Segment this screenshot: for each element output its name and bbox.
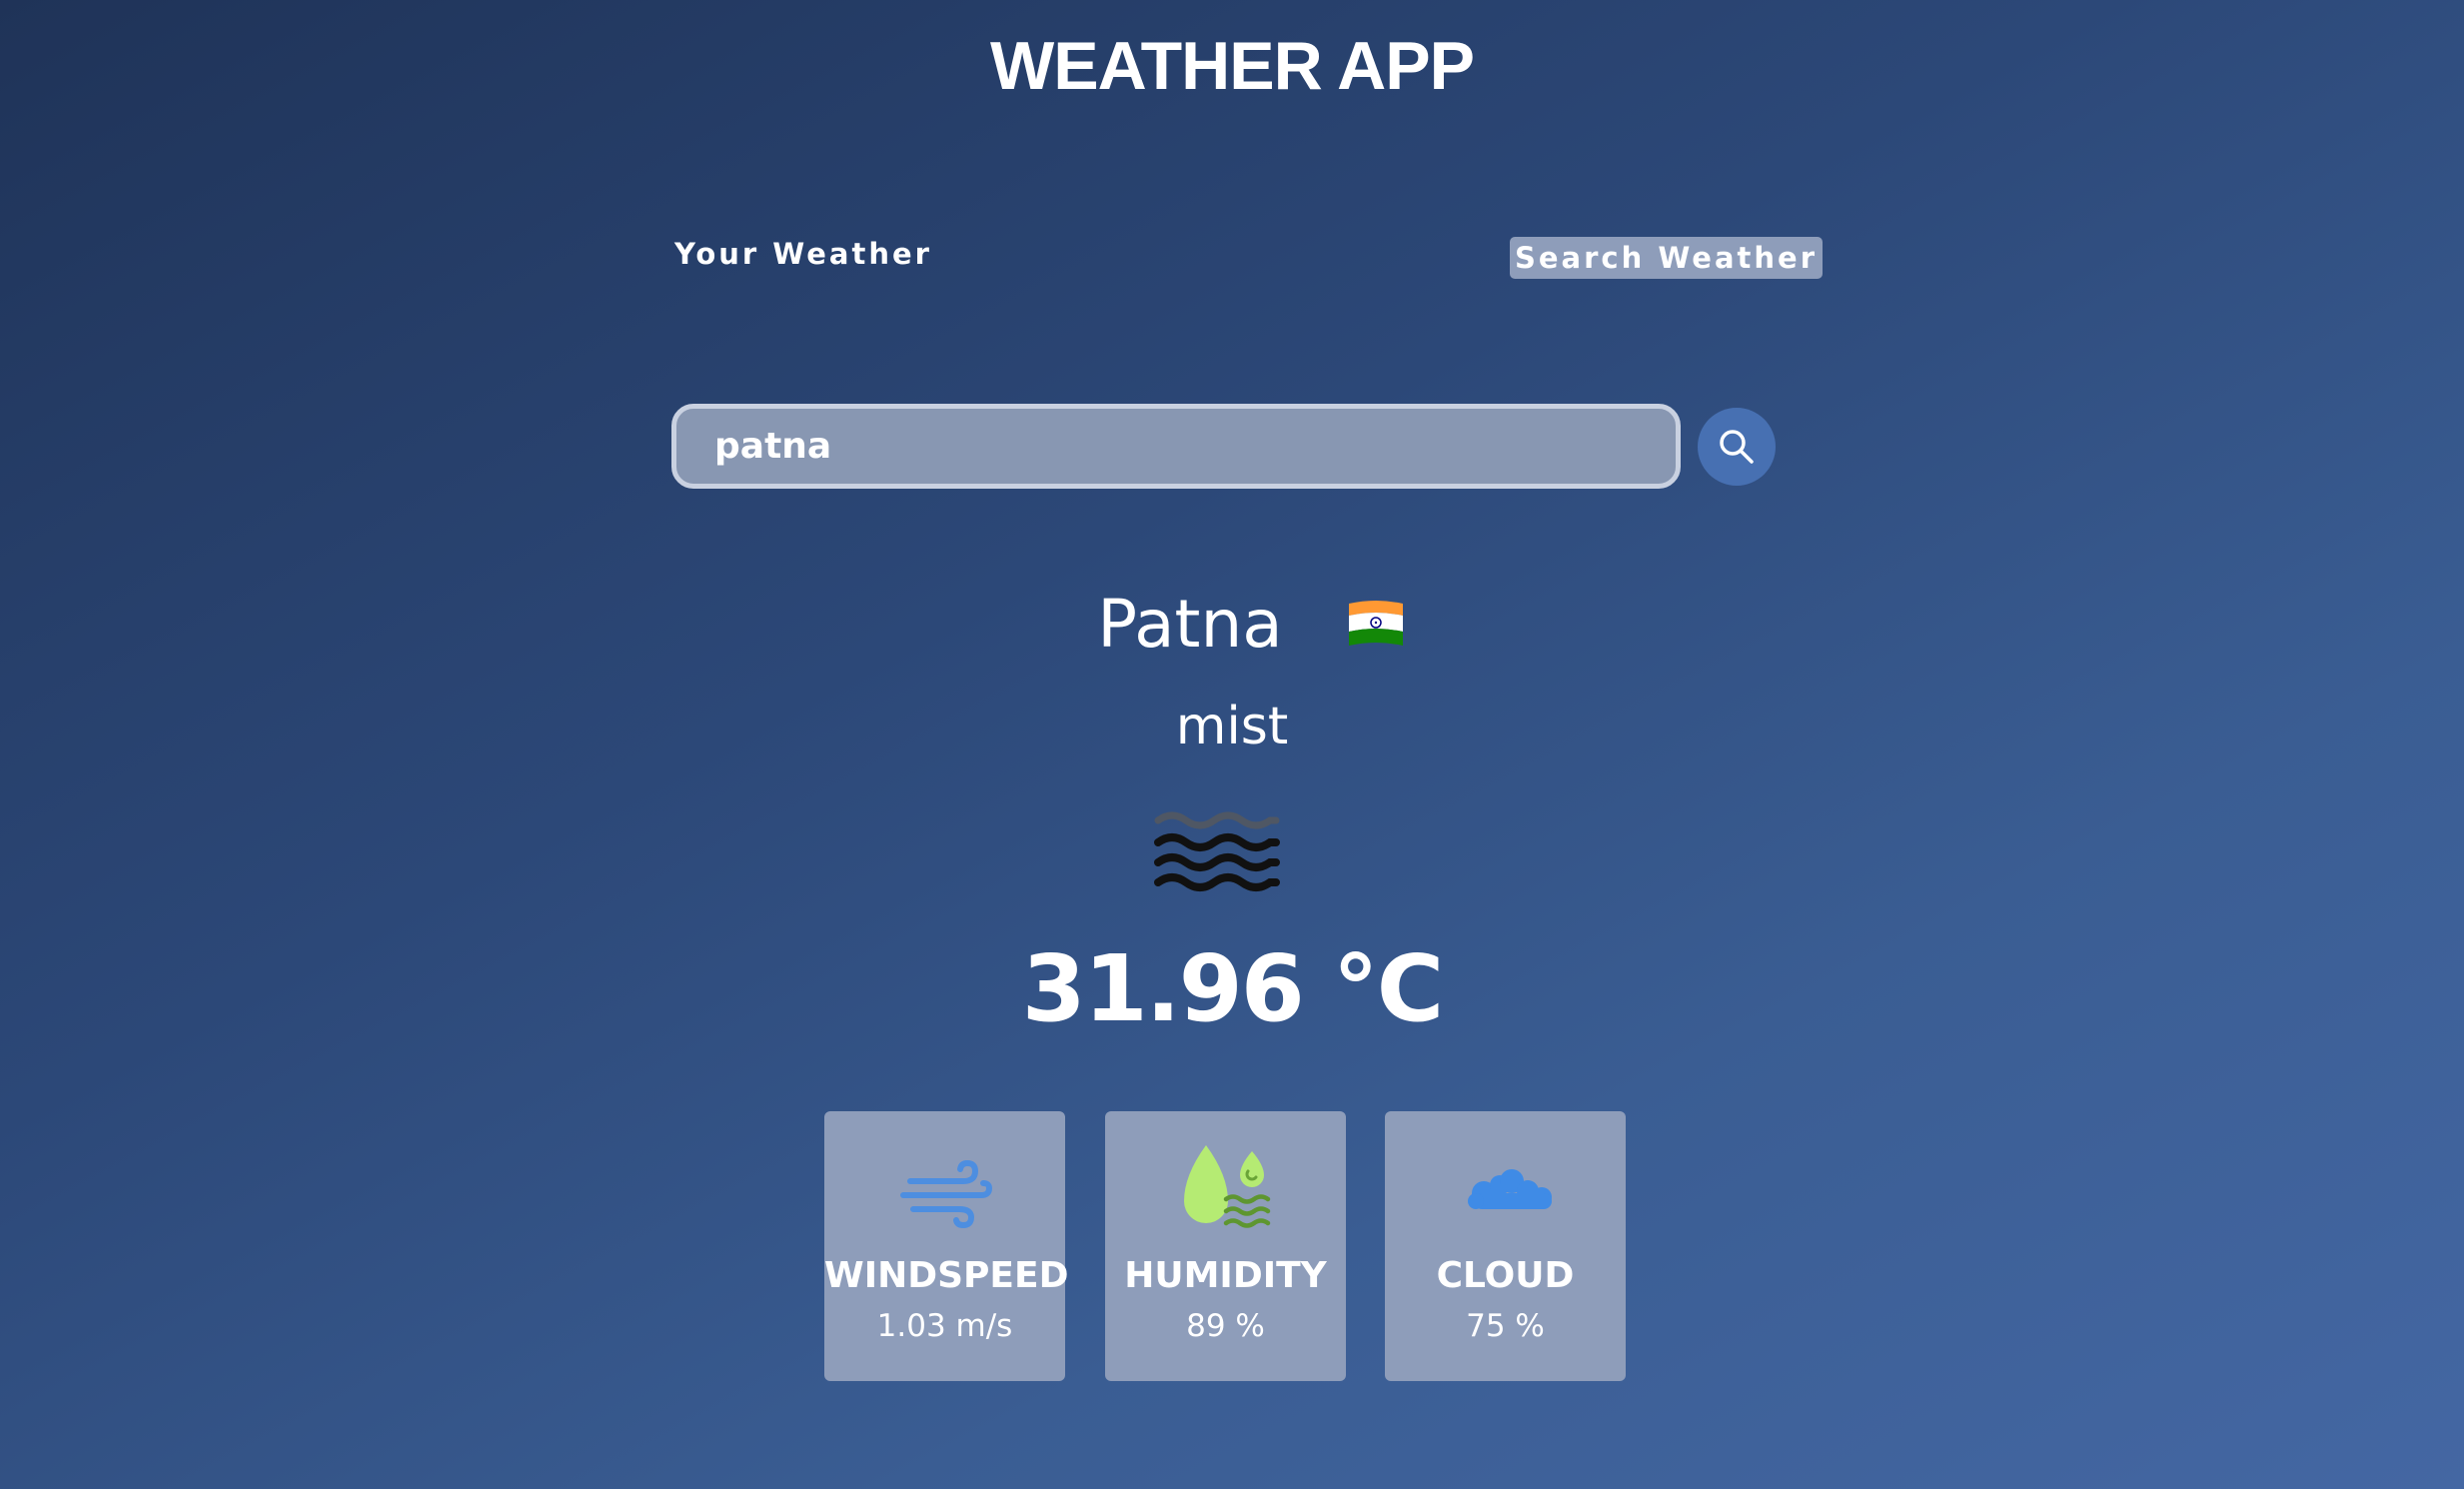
temperature: 31.96 °C <box>1021 935 1445 1042</box>
stat-label: HUMIDITY <box>1124 1255 1327 1296</box>
tab-search-weather[interactable]: Search Weather <box>1510 237 1824 279</box>
stat-value: 75 % <box>1466 1308 1545 1344</box>
search-button[interactable] <box>1698 408 1776 486</box>
mist-icon <box>1154 811 1280 891</box>
stat-value: 1.03 m/s <box>876 1308 1013 1344</box>
stat-card-cloud: CLOUD 75 % <box>1385 1111 1626 1381</box>
wind-icon <box>899 1159 992 1229</box>
stat-value: 89 % <box>1186 1308 1265 1344</box>
humidity-icon <box>1183 1145 1270 1228</box>
tab-your-weather[interactable]: Your Weather <box>674 234 932 274</box>
stat-card-humidity: HUMIDITY 89 % <box>1105 1111 1346 1381</box>
stat-label: CLOUD <box>1436 1255 1575 1296</box>
city-name: Patna <box>1097 586 1283 663</box>
weather-condition: mist <box>1175 697 1289 756</box>
city-row: Patna <box>0 580 2464 670</box>
search-icon <box>1720 430 1754 464</box>
india-flag-icon <box>1348 601 1403 646</box>
app-title: WEATHER APP <box>990 28 1475 104</box>
cloud-icon <box>1467 1169 1552 1209</box>
search-input[interactable] <box>671 404 1681 489</box>
stat-label: WINDSPEED <box>824 1255 1069 1296</box>
stat-card-windspeed: WINDSPEED 1.03 m/s <box>824 1111 1069 1381</box>
